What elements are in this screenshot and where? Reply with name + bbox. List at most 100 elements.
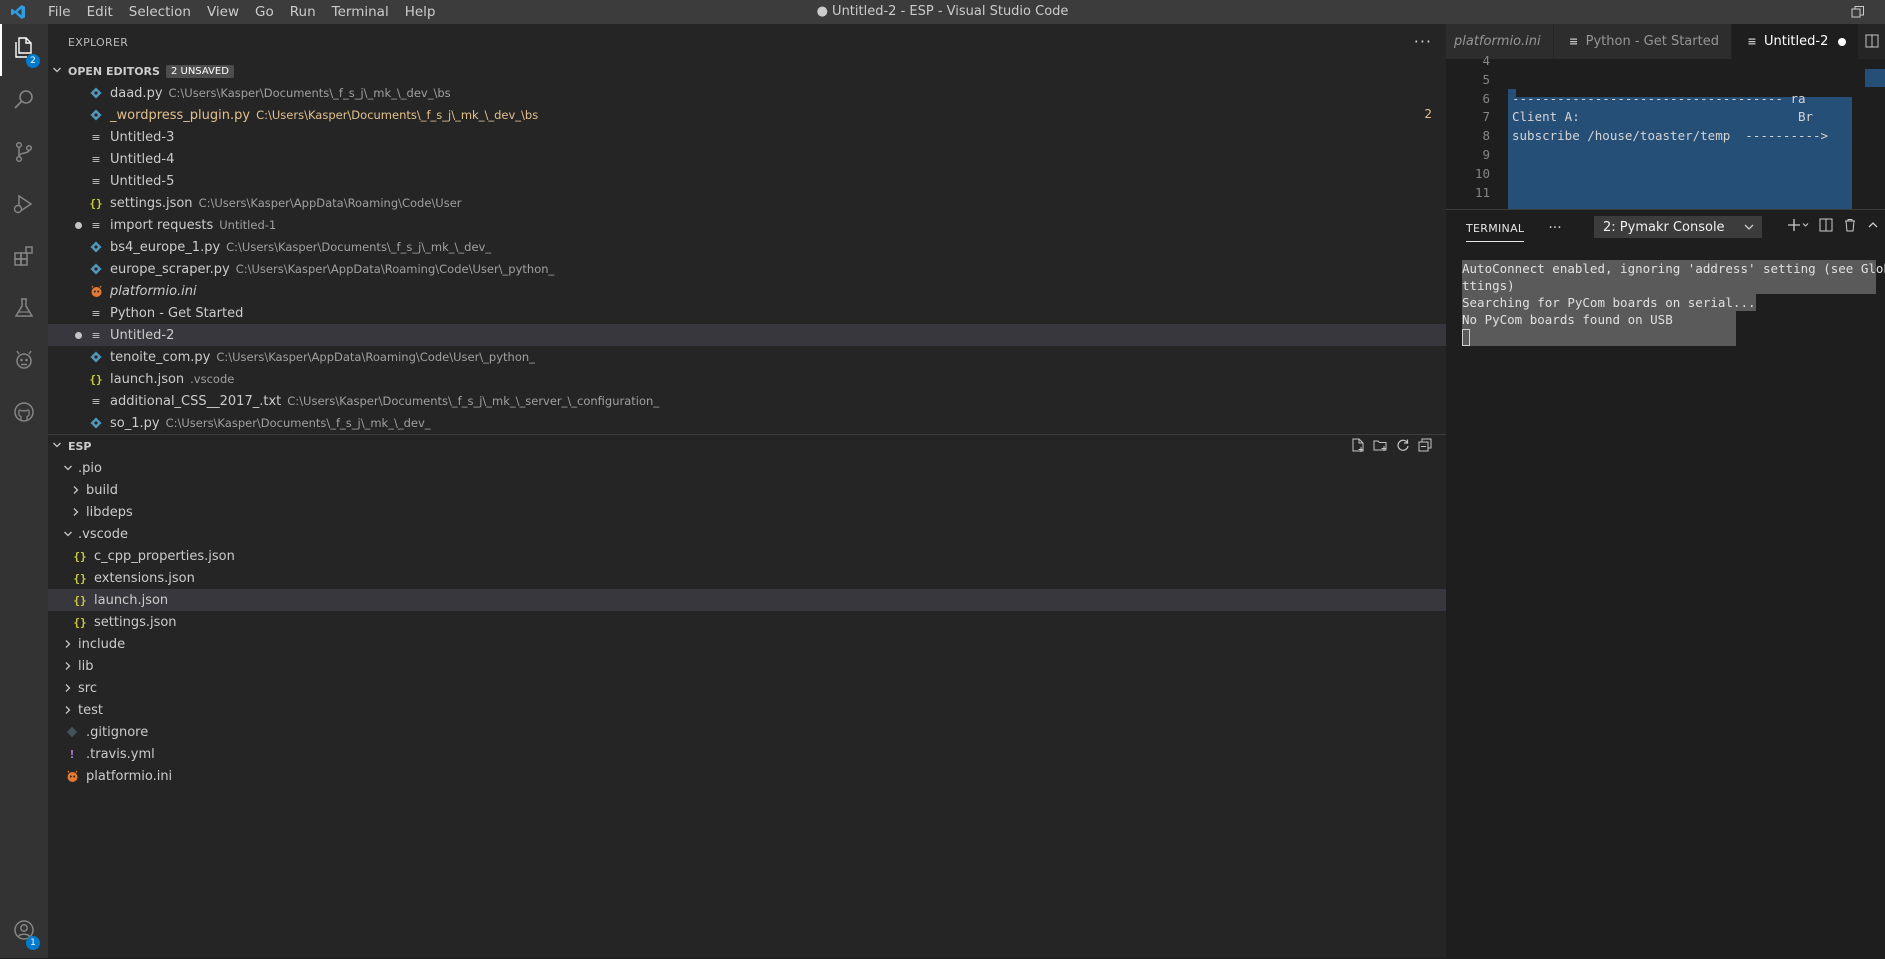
- open-editor-item[interactable]: _wordpress_plugin.py C:\Users\Kasper\Docu…: [48, 104, 1446, 126]
- source-control-activity[interactable]: [0, 128, 48, 180]
- terminal-output[interactable]: AutoConnect enabled, ignoring 'address' …: [1462, 260, 1885, 346]
- explorer-activity[interactable]: 2: [0, 24, 48, 76]
- accounts-badge: 1: [26, 936, 40, 950]
- tree-item-label: platformio.ini: [86, 768, 173, 784]
- open-editor-item[interactable]: ≡ Python - Get Started: [48, 302, 1446, 324]
- refresh-icon[interactable]: [1396, 438, 1410, 455]
- tree-folder[interactable]: libdeps: [48, 501, 1446, 523]
- line-number: 6: [1482, 90, 1490, 106]
- text-file-icon: ≡: [1747, 35, 1757, 48]
- code-editor[interactable]: 4 5 6 ------------------------------------ …: [1446, 53, 1885, 209]
- split-terminal-icon[interactable]: [1819, 218, 1833, 235]
- run-debug-activity[interactable]: [0, 180, 48, 232]
- tree-item-label: launch.json: [94, 592, 169, 608]
- testing-icon: [12, 296, 36, 324]
- tab-untitled-2[interactable]: ≡ Untitled-2: [1731, 24, 1860, 59]
- open-editor-item[interactable]: ≡ additional_CSS__2017_.txt C:\Users\Kaspe…: [48, 390, 1446, 412]
- new-terminal-icon[interactable]: [1787, 218, 1809, 235]
- unsaved-dot-icon[interactable]: [1838, 37, 1847, 46]
- open-editor-item[interactable]: daad.py C:\Users\Kasper\Documents\_f_s_j\…: [48, 82, 1446, 104]
- explorer-title: EXPLORER: [68, 35, 129, 49]
- tree-file[interactable]: {} c_cpp_properties.json: [48, 545, 1446, 567]
- tree-folder[interactable]: lib: [48, 655, 1446, 677]
- platformio-activity[interactable]: [0, 336, 48, 388]
- open-editor-item[interactable]: ≡ Untitled-4: [48, 148, 1446, 170]
- chevron-right-icon: [60, 683, 76, 693]
- tree-folder[interactable]: include: [48, 633, 1446, 655]
- tree-item-label: lib: [78, 658, 94, 674]
- split-editor-icon[interactable]: [1865, 34, 1879, 52]
- tree-folder[interactable]: build: [48, 479, 1446, 501]
- explorer-badge: 2: [26, 54, 40, 68]
- tree-folder[interactable]: .pio: [48, 457, 1446, 479]
- github-activity[interactable]: [0, 388, 48, 440]
- panel-more-icon[interactable]: ···: [1548, 220, 1561, 236]
- trash-icon[interactable]: [1843, 218, 1857, 235]
- testing-activity[interactable]: [0, 284, 48, 336]
- open-editors-header[interactable]: OPEN EDITORS 2 UNSAVED: [48, 60, 1446, 82]
- open-editor-item[interactable]: {} settings.json C:\Users\Kasper\AppData\R…: [48, 192, 1446, 214]
- open-editor-item[interactable]: ≡ import requests Untitled-1: [48, 214, 1446, 236]
- search-activity[interactable]: [0, 76, 48, 128]
- file-name: europe_scraper.py: [110, 261, 230, 277]
- file-path: Untitled-1: [219, 218, 277, 232]
- open-editor-item[interactable]: ≡ Untitled-5: [48, 170, 1446, 192]
- tree-file[interactable]: {} extensions.json: [48, 567, 1446, 589]
- open-editor-item[interactable]: {} launch.json .vscode: [48, 368, 1446, 390]
- tree-file[interactable]: ! .travis.yml: [48, 743, 1446, 765]
- tree-item-label: src: [78, 680, 97, 696]
- editor-tabs: platformio.ini ≡ Python - Get Started ≡ …: [1446, 24, 1885, 59]
- file-name: Untitled-3: [110, 129, 175, 145]
- tree-folder[interactable]: src: [48, 677, 1446, 699]
- open-editor-item[interactable]: platformio.ini: [48, 280, 1446, 302]
- menu-file[interactable]: File: [40, 0, 79, 24]
- open-editor-item[interactable]: bs4_europe_1.py C:\Users\Kasper\Documents…: [48, 236, 1446, 258]
- open-editor-item[interactable]: ≡ Untitled-3: [48, 126, 1446, 148]
- terminal-select[interactable]: 2: Pymakr Console: [1594, 216, 1762, 238]
- menu-view[interactable]: View: [199, 0, 247, 24]
- python-file-icon: [88, 85, 104, 101]
- tree-item-label: include: [78, 636, 126, 652]
- menu-help[interactable]: Help: [397, 0, 444, 24]
- file-path: .vscode: [190, 372, 235, 386]
- python-file-icon: [88, 415, 104, 431]
- panel-actions: [1787, 218, 1879, 235]
- tree-file[interactable]: {} settings.json: [48, 611, 1446, 633]
- chevron-up-icon[interactable]: [1867, 219, 1879, 234]
- editor-area: platformio.ini ≡ Python - Get Started ≡ …: [1446, 24, 1885, 959]
- file-name: additional_CSS__2017_.txt: [110, 393, 282, 409]
- menu-edit[interactable]: Edit: [79, 0, 121, 24]
- collapse-all-icon[interactable]: [1418, 438, 1432, 455]
- menu-run[interactable]: Run: [282, 0, 324, 24]
- file-name: Untitled-2: [110, 327, 175, 343]
- open-editor-item[interactable]: europe_scraper.py C:\Users\Kasper\AppData…: [48, 258, 1446, 280]
- open-editor-item[interactable]: tenoite_com.py C:\Users\Kasper\AppData\Ro…: [48, 346, 1446, 368]
- new-folder-icon[interactable]: [1373, 438, 1388, 455]
- tab-terminal[interactable]: TERMINAL: [1466, 214, 1525, 242]
- tree-file[interactable]: .gitignore: [48, 721, 1446, 743]
- line-number: 7: [1482, 109, 1490, 125]
- menu-terminal[interactable]: Terminal: [324, 0, 397, 24]
- new-file-icon[interactable]: [1351, 438, 1365, 455]
- menu-selection[interactable]: Selection: [121, 0, 199, 24]
- tree-file[interactable]: platformio.ini: [48, 765, 1446, 787]
- code-line: ------------------------------------ ra: [1512, 90, 1806, 106]
- file-name: import requests: [110, 217, 214, 233]
- tree-folder[interactable]: test: [48, 699, 1446, 721]
- explorer-header: EXPLORER ···: [48, 24, 1446, 60]
- open-editor-item[interactable]: so_1.py C:\Users\Kasper\Documents\_f_s_j\…: [48, 412, 1446, 434]
- open-editor-item[interactable]: ≡ Untitled-2: [48, 324, 1446, 346]
- menu-go[interactable]: Go: [247, 0, 282, 24]
- text-file-icon: ≡: [91, 328, 101, 342]
- minimap[interactable]: [1863, 59, 1885, 209]
- explorer-more-icon[interactable]: ···: [1414, 32, 1432, 51]
- extensions-activity[interactable]: [0, 232, 48, 284]
- tree-item-label: settings.json: [94, 614, 177, 630]
- restore-window-icon[interactable]: [1851, 5, 1865, 19]
- tree-folder[interactable]: .vscode: [48, 523, 1446, 545]
- workspace-header[interactable]: ESP: [48, 434, 1446, 457]
- accounts-activity[interactable]: 1: [0, 906, 48, 958]
- tree-file[interactable]: {} launch.json: [48, 589, 1446, 611]
- title-bar: File Edit Selection View Go Run Terminal…: [0, 0, 1885, 24]
- tab-python-get-started[interactable]: ≡ Python - Get Started: [1553, 24, 1732, 59]
